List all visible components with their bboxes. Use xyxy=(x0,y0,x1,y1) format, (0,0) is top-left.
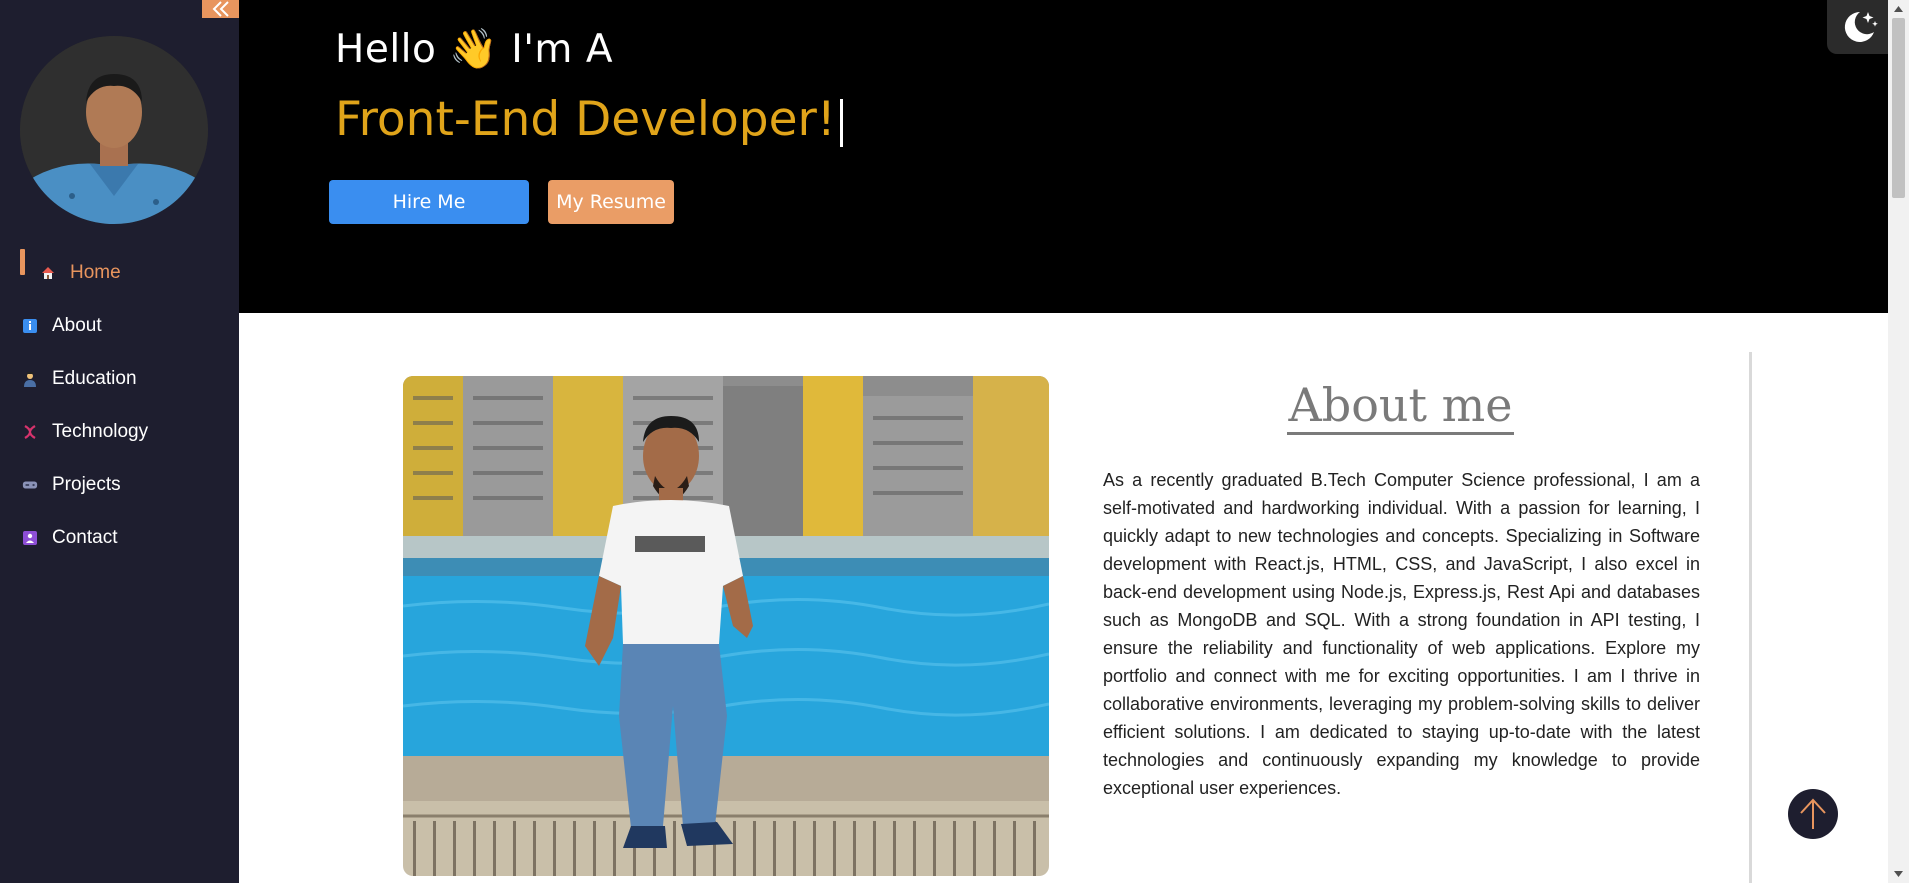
student-icon xyxy=(22,371,38,387)
scroll-to-top-button[interactable] xyxy=(1788,789,1838,839)
about-title: About me xyxy=(1080,378,1721,435)
nav-item-education[interactable]: Education xyxy=(0,352,239,405)
active-indicator xyxy=(20,249,25,275)
hero-role-text: Front-End Developer! xyxy=(335,92,836,147)
nav-item-home[interactable]: Home xyxy=(0,246,239,299)
nav-label-home: Home xyxy=(70,261,121,283)
contact-card-icon xyxy=(22,530,38,546)
profile-avatar xyxy=(20,36,208,224)
nav-label-education: Education xyxy=(52,367,137,389)
home-icon xyxy=(40,265,56,281)
nav-label-contact: Contact xyxy=(52,526,118,548)
typing-caret xyxy=(839,98,843,147)
arrow-up-icon xyxy=(1800,798,1826,829)
about-text: As a recently graduated B.Tech Computer … xyxy=(1103,470,1700,798)
dna-icon xyxy=(22,424,38,440)
hero-section: Hello 👋 I'm A Front-End Developer! Hire … xyxy=(239,0,1888,313)
sidebar-collapse-button[interactable] xyxy=(202,0,239,18)
nav-label-technology: Technology xyxy=(52,420,149,442)
hire-me-button[interactable]: Hire Me xyxy=(329,180,529,224)
hero-greeting: Hello 👋 I'm A xyxy=(335,27,613,72)
hero-role: Front-End Developer! xyxy=(335,92,843,147)
nav-label-about: About xyxy=(52,314,102,336)
moon-stars-icon xyxy=(1844,11,1878,42)
nav-item-projects[interactable]: Projects xyxy=(0,458,239,511)
about-card: About me As a recently graduated B.Tech … xyxy=(1080,352,1752,883)
nav-item-contact[interactable]: Contact xyxy=(0,511,239,564)
sidebar-nav: Home About Education Technology Projects… xyxy=(0,246,239,564)
scroll-up-arrow-icon[interactable] xyxy=(1888,0,1909,18)
about-photo xyxy=(403,376,1049,876)
info-icon xyxy=(22,318,38,334)
double-chevron-left-icon xyxy=(212,1,229,17)
scroll-down-arrow-icon[interactable] xyxy=(1888,865,1909,883)
sidebar: Home About Education Technology Projects… xyxy=(0,0,239,883)
nav-item-technology[interactable]: Technology xyxy=(0,405,239,458)
page-scrollbar[interactable] xyxy=(1888,0,1909,883)
my-resume-button[interactable]: My Resume xyxy=(548,180,674,224)
nav-item-about[interactable]: About xyxy=(0,299,239,352)
video-game-icon xyxy=(22,477,38,493)
scrollbar-thumb[interactable] xyxy=(1892,18,1905,198)
theme-toggle-button[interactable] xyxy=(1827,0,1891,54)
nav-label-projects: Projects xyxy=(52,473,121,495)
